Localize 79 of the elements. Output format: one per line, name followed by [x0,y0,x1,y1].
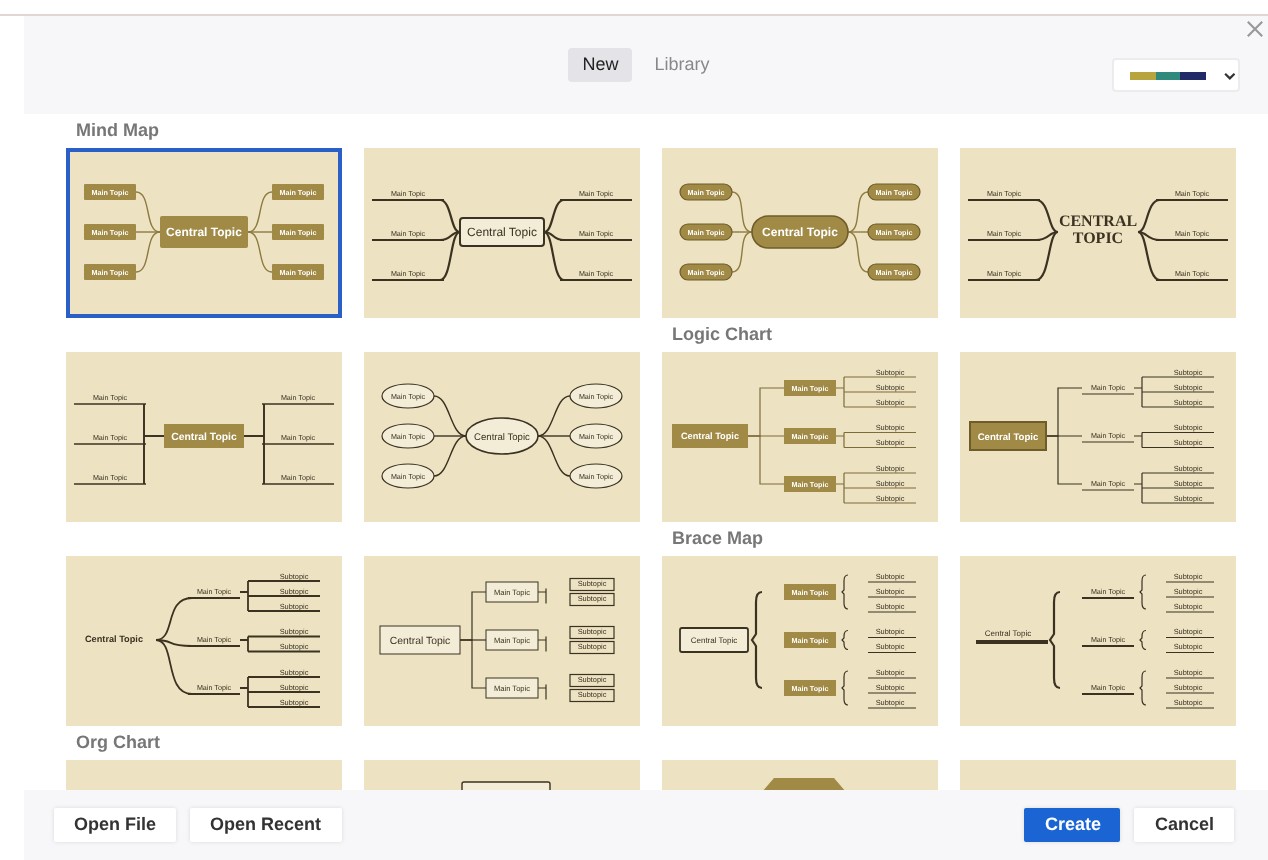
connector-line [1081,645,1135,647]
topic-node [381,423,435,449]
connector-line [841,574,849,610]
topic-node [679,183,733,201]
topic-node [272,184,324,200]
topic-node [679,627,749,653]
tab[interactable]: New [568,48,633,82]
topic-node [679,263,733,281]
topic-node [569,383,623,409]
connector-line [1139,670,1147,706]
topic-node [784,680,836,696]
topic-node [784,476,836,492]
dialog-button[interactable]: Open Recent [190,807,342,843]
topic-node [379,625,461,655]
connector-line [537,587,547,605]
topic-node [381,463,435,489]
topic-node [569,463,623,489]
topic-node [465,417,539,455]
topic-node [784,632,836,648]
topic-node [867,183,921,201]
connector-line [867,596,917,598]
topic-node [459,217,545,247]
topic-node [485,581,539,603]
connector-line [1165,611,1215,613]
connector-line [1165,651,1215,654]
dialog-button[interactable]: Cancel [1134,807,1234,843]
connector-line [867,707,917,709]
connector-line [867,692,917,694]
connector-line [1165,707,1215,709]
topic-node [84,264,136,280]
topic-node [751,215,849,249]
close-icon[interactable] [1246,20,1264,38]
chevron-down-icon [1222,67,1238,83]
connector-line [841,670,849,706]
connector-line [867,611,917,613]
dialog-button[interactable]: Open File [54,807,177,843]
topic-node [164,424,244,448]
connector-line [537,683,547,701]
topic-node [867,263,921,281]
connector-line [1165,692,1215,694]
create-button[interactable]: Create [1024,807,1121,843]
connector-line [1165,596,1215,598]
section-heading: Brace Map [670,525,766,552]
topic-node [461,781,551,790]
connector-line [867,636,917,639]
theme-selector[interactable] [1112,58,1240,92]
topic-node [381,383,435,409]
connector-line [1165,636,1215,639]
connector-line [537,635,547,653]
connector-line [1081,597,1135,599]
topic-node [679,223,733,241]
topic-node [784,380,836,396]
connector-line [1165,581,1215,583]
section-heading: Mind Map [74,117,161,144]
connector-line [1165,677,1215,679]
connector-line [841,629,849,651]
topic-node [272,264,324,280]
topic-node [969,421,1047,451]
topic-node [784,584,836,600]
connector-line [750,590,763,690]
connector-line [1139,629,1147,651]
topic-node [672,424,748,448]
connector-line [867,677,917,679]
section-heading: Org Chart [74,729,163,756]
connector-line [1139,574,1147,610]
central-topic-label: CENTRAL TOPIC [1058,212,1138,247]
topic-node [569,423,623,449]
topic-node [485,677,539,699]
topic-node [160,216,248,248]
section-heading: Logic Chart [670,321,775,348]
connector-line [867,581,917,583]
topic-node [84,184,136,200]
topic-node [485,629,539,651]
topic-node [784,428,836,444]
topic-node [272,224,324,240]
topic-node [867,223,921,241]
connector-line [867,651,917,654]
connector-line [1081,693,1135,695]
topic-node [84,224,136,240]
